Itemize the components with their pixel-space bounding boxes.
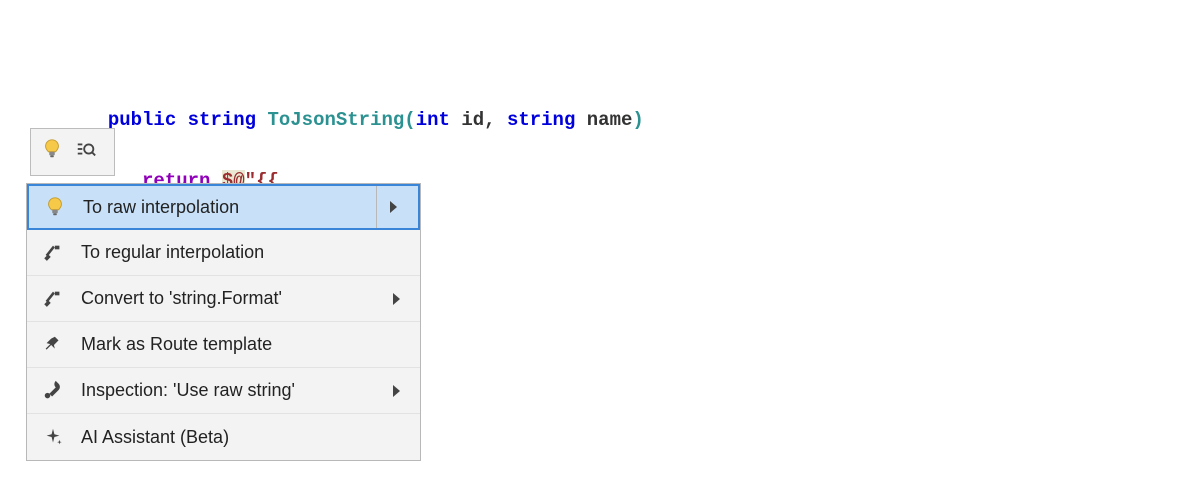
keyword-int: int [416, 109, 450, 131]
quick-actions-strip[interactable] [30, 128, 115, 176]
paren-close: ) [632, 109, 643, 131]
hammer-icon [39, 288, 67, 310]
paren-open: ( [404, 109, 415, 131]
pin-icon [39, 334, 67, 356]
chevron-right-icon [390, 201, 397, 213]
sparkle-icon [39, 426, 67, 448]
inspect-icon [75, 138, 97, 166]
wrench-icon [39, 380, 67, 402]
submenu-indicator [380, 385, 412, 397]
menu-item-label: Inspection: 'Use raw string' [81, 380, 380, 401]
menu-item-label: Mark as Route template [81, 334, 380, 355]
menu-item-convert-to-string-format[interactable]: Convert to 'string.Format' [27, 276, 420, 322]
menu-item-mark-as-route-template[interactable]: Mark as Route template [27, 322, 420, 368]
chevron-right-icon [393, 385, 400, 397]
chevron-right-icon [393, 293, 400, 305]
menu-item-label: Convert to 'string.Format' [81, 288, 380, 309]
code-editor[interactable]: public string ToJsonString(int id, strin… [85, 75, 644, 197]
keyword-string2: string [507, 109, 575, 131]
keyword-public: public [108, 109, 176, 131]
menu-item-label: AI Assistant (Beta) [81, 427, 380, 448]
method-name: ToJsonString [267, 109, 404, 131]
param-name: name [587, 109, 633, 131]
keyword-string: string [188, 109, 256, 131]
quick-actions-menu: To raw interpolation To regular interpol… [26, 183, 421, 461]
menu-item-to-raw-interpolation[interactable]: To raw interpolation [27, 184, 420, 230]
submenu-indicator[interactable] [376, 186, 410, 228]
menu-item-inspection-use-raw-string[interactable]: Inspection: 'Use raw string' [27, 368, 420, 414]
submenu-indicator [380, 293, 412, 305]
menu-item-label: To regular interpolation [81, 242, 380, 263]
menu-item-label: To raw interpolation [83, 197, 376, 218]
lightbulb-icon [41, 138, 63, 166]
menu-item-to-regular-interpolation[interactable]: To regular interpolation [27, 230, 420, 276]
lightbulb-icon [41, 196, 69, 218]
hammer-icon [39, 242, 67, 264]
comma: , [484, 109, 495, 131]
menu-item-ai-assistant[interactable]: AI Assistant (Beta) [27, 414, 420, 460]
param-id: id [461, 109, 484, 131]
